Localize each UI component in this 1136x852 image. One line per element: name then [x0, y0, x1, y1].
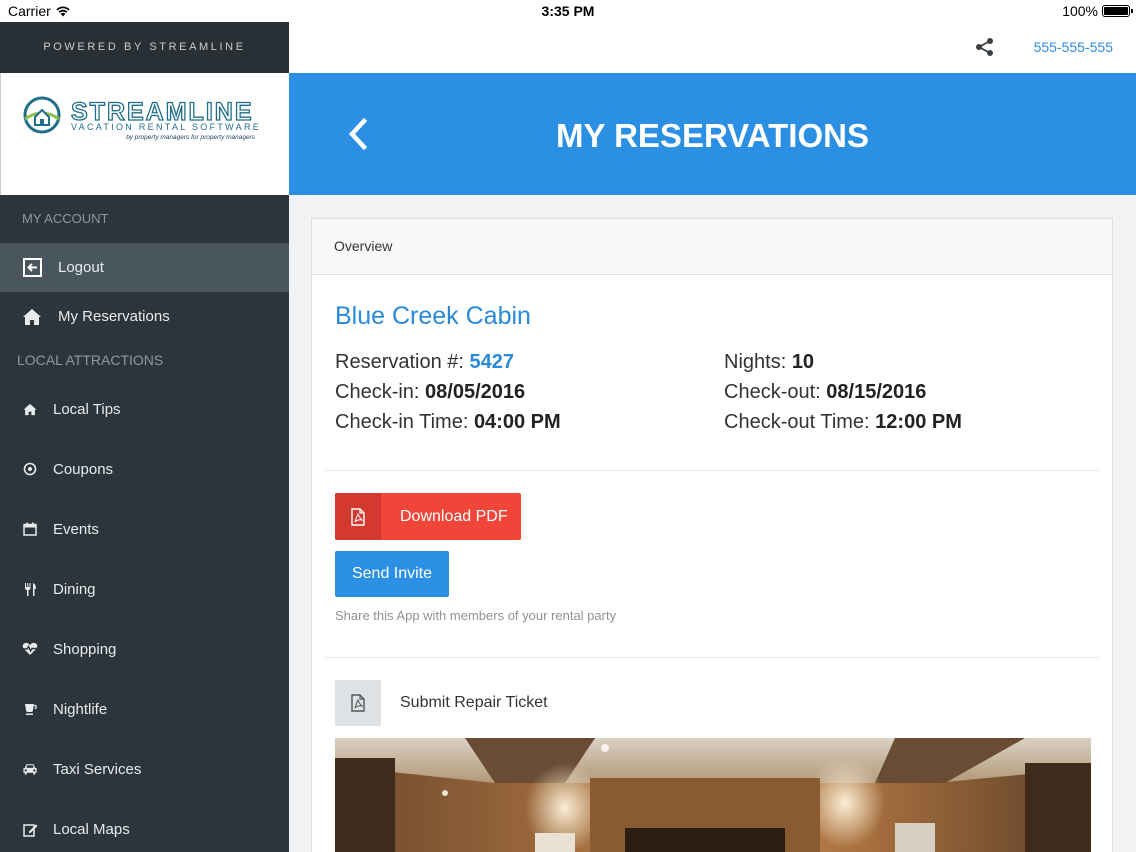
target-icon — [22, 461, 38, 477]
calendar-icon — [22, 521, 38, 537]
checkin-row: Check-in: 08/05/2016 — [335, 377, 561, 407]
divider — [324, 657, 1100, 658]
home-icon — [22, 401, 38, 417]
sidebar-item-my-reservations[interactable]: My Reservations — [0, 292, 289, 341]
sidebar-item-label: Dining — [53, 580, 96, 598]
logo-tagline: by property managers for property manage… — [126, 134, 256, 141]
property-name[interactable]: Blue Creek Cabin — [335, 302, 531, 331]
sidebar-item-events[interactable]: Events — [0, 499, 289, 559]
section-local-attractions: LOCAL ATTRACTIONS — [17, 352, 164, 368]
battery-icon — [1102, 5, 1133, 17]
nights-label: Nights: — [724, 351, 792, 373]
logo-house-icon — [23, 96, 61, 134]
battery-status: 100% — [1062, 3, 1133, 19]
checkout-row: Check-out: 08/15/2016 — [724, 377, 962, 407]
sidebar-item-coupons[interactable]: Coupons — [0, 439, 289, 499]
nights-count: 10 — [791, 351, 815, 373]
logo-subtitle: VACATION RENTAL SOFTWARE — [71, 122, 262, 132]
sidebar-item-taxi-services[interactable]: Taxi Services — [0, 739, 289, 799]
logout-icon — [22, 258, 42, 278]
sidebar-item-logout[interactable]: Logout — [0, 243, 289, 292]
sidebar-item-dining[interactable]: Dining — [0, 559, 289, 619]
divider — [324, 470, 1100, 471]
section-my-account: MY ACCOUNT — [22, 211, 109, 226]
pdf-file-icon — [335, 493, 381, 540]
sidebar-item-label: Local Maps — [53, 820, 130, 838]
reservation-card: Overview Blue Creek Cabin Reservation #:… — [311, 218, 1113, 852]
status-bar: Carrier 3:35 PM 100% — [0, 0, 1136, 22]
nights-row: Nights: 10 — [724, 347, 962, 377]
reservation-number[interactable]: 5427 — [470, 351, 515, 373]
sidebar-item-label: Events — [53, 520, 99, 538]
powered-by: POWERED BY STREAMLINE — [0, 22, 289, 73]
home-icon — [22, 307, 42, 327]
checkin-date: 08/05/2016 — [425, 381, 526, 403]
send-invite-button[interactable]: Send Invite — [335, 551, 449, 597]
reservation-label: Reservation #: — [335, 351, 470, 373]
checkout-label: Check-out: — [724, 381, 827, 403]
sidebar-item-local-tips[interactable]: Local Tips — [0, 379, 289, 439]
checkin-label: Check-in: — [335, 381, 426, 403]
pdf-file-icon — [335, 680, 381, 726]
checkout-date: 08/15/2016 — [826, 381, 927, 403]
download-pdf-label: Download PDF — [400, 507, 508, 525]
checkout-time: 12:00 PM — [875, 411, 962, 433]
phone-link[interactable]: 555-555-555 — [1034, 39, 1113, 55]
checkout-time-row: Check-out Time: 12:00 PM — [724, 407, 962, 437]
sidebar-item-label: Logout — [58, 259, 104, 276]
checkin-time-row: Check-in Time: 04:00 PM — [335, 407, 561, 437]
download-pdf-button[interactable]: Download PDF — [335, 493, 521, 540]
clock: 3:35 PM — [541, 3, 595, 19]
sidebar-item-nightlife[interactable]: Nightlife — [0, 679, 289, 739]
checkin-time: 04:00 PM — [473, 411, 561, 433]
checkout-time-label: Check-out Time: — [724, 411, 876, 433]
invite-help-text: Share this App with members of your rent… — [335, 608, 617, 623]
sidebar-item-local-maps[interactable]: Local Maps — [0, 799, 289, 852]
sidebar: POWERED BY STREAMLINE STREAMLINE VACATIO… — [0, 22, 289, 852]
repair-ticket-label: Submit Repair Ticket — [400, 694, 548, 711]
top-bar: 555-555-555 — [289, 22, 1136, 73]
brand-logo: STREAMLINE VACATION RENTAL SOFTWARE by p… — [0, 73, 289, 195]
page-header: MY RESERVATIONS — [289, 73, 1136, 195]
battery-percent: 100% — [1062, 3, 1098, 19]
sidebar-item-label: Local Tips — [53, 400, 121, 418]
sidebar-item-label: Nightlife — [53, 700, 108, 718]
car-icon — [22, 761, 38, 777]
share-icon[interactable] — [975, 37, 995, 57]
glass-icon — [22, 701, 38, 717]
sidebar-item-shopping[interactable]: Shopping — [0, 619, 289, 679]
sidebar-item-label: My Reservations — [58, 308, 170, 325]
utensils-icon — [22, 581, 38, 597]
edit-icon — [22, 821, 38, 837]
property-photo — [335, 738, 1091, 852]
sidebar-item-label: Taxi Services — [53, 760, 142, 778]
tab-overview[interactable]: Overview — [312, 219, 1112, 275]
heartbeat-icon — [22, 641, 38, 657]
submit-repair-ticket-button[interactable]: Submit Repair Ticket — [335, 680, 548, 726]
page-title: MY RESERVATIONS — [556, 117, 869, 154]
reservation-number-row: Reservation #: 5427 — [335, 347, 561, 377]
sidebar-item-label: Shopping — [53, 640, 117, 658]
sidebar-item-label: Coupons — [53, 460, 114, 478]
checkin-time-label: Check-in Time: — [335, 411, 474, 433]
